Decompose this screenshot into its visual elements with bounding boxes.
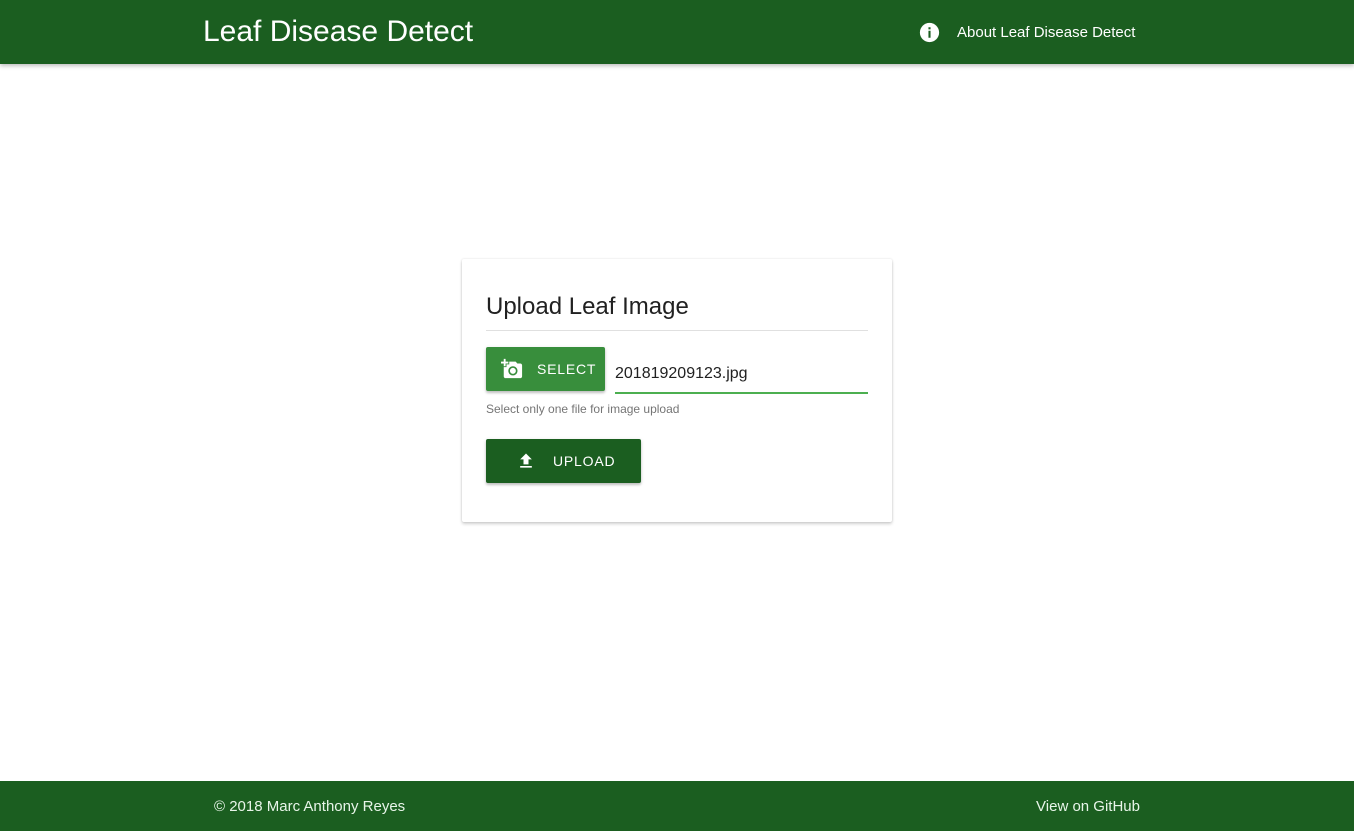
select-button-label: SELECT bbox=[537, 361, 597, 377]
card-title: Upload Leaf Image bbox=[486, 293, 689, 320]
page-footer: © 2018 Marc Anthony Reyes View on GitHub bbox=[0, 781, 1354, 831]
upload-icon bbox=[520, 453, 532, 468]
upload-card: Upload Leaf Image SELECT Select only one… bbox=[462, 259, 892, 522]
github-link[interactable]: View on GitHub bbox=[1036, 798, 1140, 815]
card-divider bbox=[486, 330, 868, 331]
about-link-label: About Leaf Disease Detect bbox=[957, 23, 1136, 41]
upload-button-label: UPLOAD bbox=[553, 453, 616, 469]
add-a-photo-icon bbox=[501, 358, 523, 379]
copyright-text: © 2018 Marc Anthony Reyes bbox=[214, 798, 406, 815]
brand-logo-title[interactable]: Leaf Disease Detect bbox=[203, 14, 473, 50]
about-link[interactable]: About Leaf Disease Detect bbox=[919, 20, 1135, 44]
select-file-button[interactable]: SELECT bbox=[486, 347, 605, 391]
info-icon bbox=[919, 22, 940, 42]
file-path-input[interactable] bbox=[615, 355, 868, 393]
top-navbar: Leaf Disease Detect About Leaf Disease D… bbox=[0, 0, 1354, 64]
upload-button[interactable]: UPLOAD bbox=[486, 439, 641, 483]
helper-text: Select only one file for image upload bbox=[486, 402, 680, 416]
